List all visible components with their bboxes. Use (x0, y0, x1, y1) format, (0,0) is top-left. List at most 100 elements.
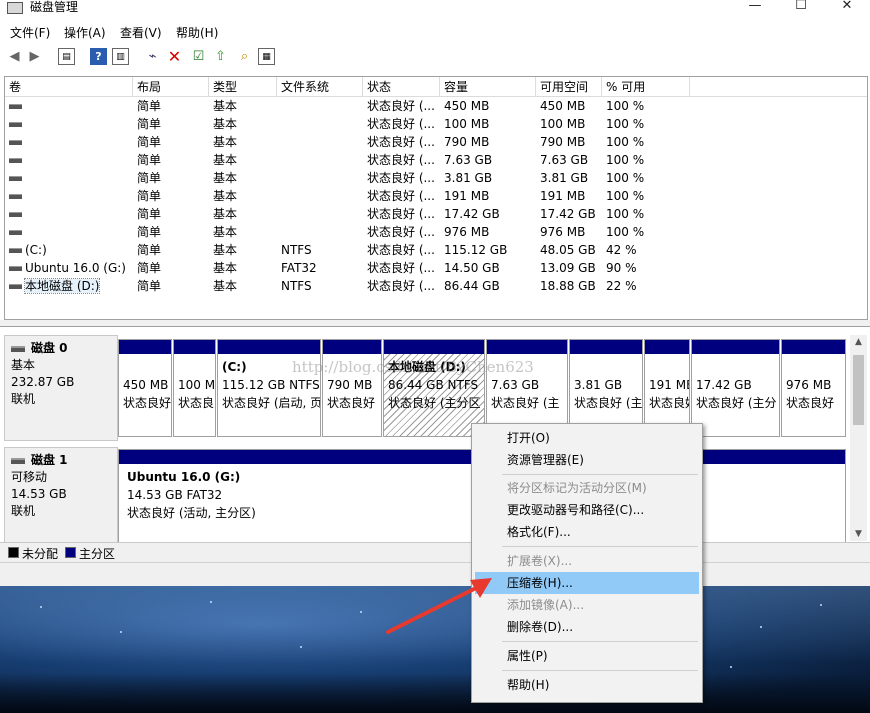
disk-type: 可移动 (11, 470, 48, 484)
menu-change-drive-letter[interactable]: 更改驱动器号和路径(C)... (475, 499, 699, 521)
menu-bar: 文件(F) 操作(A) 查看(V) 帮助(H) (0, 22, 870, 42)
cell-pct: 22 % (606, 279, 637, 293)
partition-block[interactable]: 100 MB 状态良 (173, 339, 216, 437)
cell-layout: 简单 (137, 135, 162, 149)
properties-icon[interactable]: ▦ (258, 48, 275, 65)
cell-type: 基本 (213, 189, 238, 203)
cell-layout: 简单 (137, 261, 162, 275)
column-header-type[interactable]: 类型 (209, 77, 277, 97)
volume-row[interactable]: 简单 基本 状态良好 (... 191 MB 191 MB 100 % (5, 187, 867, 205)
menu-view[interactable]: 查看(V) (120, 24, 162, 41)
menu-separator (502, 474, 698, 475)
volume-row[interactable]: 简单 基本 状态良好 (... 790 MB 790 MB 100 % (5, 133, 867, 151)
column-header-filesystem[interactable]: 文件系统 (277, 77, 363, 97)
partition-status: 状态良好 (主分 (696, 396, 777, 410)
menu-delete-volume[interactable]: 删除卷(D)... (475, 616, 699, 638)
partition-block[interactable]: 450 MB 状态良好 (118, 339, 172, 437)
menu-mark-active[interactable]: 将分区标记为活动分区(M) (475, 477, 699, 499)
cell-pct: 100 % (606, 135, 645, 149)
volume-row[interactable]: 简单 基本 状态良好 (... 17.42 GB 17.42 GB 100 % (5, 205, 867, 223)
minimize-button[interactable]: — (732, 0, 778, 16)
cell-type: 基本 (213, 135, 238, 149)
cell-pct: 100 % (606, 171, 645, 185)
forward-arrow-icon[interactable]: ▶ (26, 48, 43, 65)
volume-row[interactable]: Ubuntu 16.0 (G:) 简单 基本 FAT32 状态良好 (... 14.50 … (5, 259, 867, 277)
delete-icon[interactable]: ✕ (166, 48, 183, 65)
partition-status: 状态良好 (327, 396, 376, 410)
volume-row[interactable]: 简单 基本 状态良好 (... 976 MB 976 MB 100 % (5, 223, 867, 241)
volume-row[interactable]: 简单 基本 状态良好 (... 7.63 GB 7.63 GB 100 % (5, 151, 867, 169)
disk-1-label[interactable]: 磁盘 1 可移动 14.53 GB 联机 (4, 447, 118, 543)
column-header-percent-free[interactable]: % 可用 (602, 77, 690, 97)
cell-capacity: 86.44 GB (444, 279, 500, 293)
search-icon[interactable]: ⌕ (236, 48, 253, 65)
cell-layout: 简单 (137, 171, 162, 185)
cell-free: 3.81 GB (540, 171, 589, 185)
volume-row[interactable]: 简单 基本 状态良好 (... 100 MB 100 MB 100 % (5, 115, 867, 133)
volume-row[interactable]: 简单 基本 状态良好 (... 450 MB 450 MB 100 % (5, 97, 867, 115)
legend-primary: 主分区 (79, 547, 116, 561)
menu-properties[interactable]: 属性(P) (475, 645, 699, 667)
column-header-layout[interactable]: 布局 (133, 77, 209, 97)
cell-status: 状态良好 (... (367, 171, 435, 185)
menu-help-item[interactable]: 帮助(H) (475, 674, 699, 696)
partition-title (574, 358, 638, 376)
column-header-status[interactable]: 状态 (363, 77, 440, 97)
disk-icon (11, 457, 25, 464)
partition-bar (384, 340, 484, 354)
volume-row[interactable]: 简单 基本 状态良好 (... 3.81 GB 3.81 GB 100 % (5, 169, 867, 187)
partition-size: 7.63 GB (491, 378, 540, 392)
help-icon[interactable]: ? (90, 48, 107, 65)
partition-size: 115.12 GB NTFS (222, 378, 320, 392)
menu-add-mirror[interactable]: 添加镜像(A)... (475, 594, 699, 616)
cell-free: 450 MB (540, 99, 586, 113)
checklist-icon[interactable]: ☑ (190, 48, 207, 65)
column-header-capacity[interactable]: 容量 (440, 77, 536, 97)
column-header-volume[interactable]: 卷 (5, 77, 133, 97)
cell-pct: 100 % (606, 153, 645, 167)
disk-0-label[interactable]: 磁盘 0 基本 232.87 GB 联机 (4, 335, 118, 441)
scroll-thumb[interactable] (853, 355, 864, 425)
partition-status: 状态良好 (启动, 页 (222, 396, 320, 410)
cell-fs: NTFS (281, 243, 312, 257)
menu-action[interactable]: 操作(A) (64, 24, 106, 41)
menu-file[interactable]: 文件(F) (10, 24, 50, 41)
title-bar[interactable]: 磁盘管理 — ☐ ✕ (0, 0, 870, 18)
cell-status: 状态良好 (... (367, 279, 435, 293)
disk-state: 联机 (11, 392, 36, 406)
maximize-button[interactable]: ☐ (778, 0, 824, 16)
menu-explorer[interactable]: 资源管理器(E) (475, 449, 699, 471)
partition-block[interactable]: (C:) 115.12 GB NTFS 状态良好 (启动, 页 (217, 339, 321, 437)
scroll-down-icon[interactable]: ▼ (850, 527, 867, 541)
close-button[interactable]: ✕ (824, 0, 870, 16)
menu-shrink-volume[interactable]: 压缩卷(H)... (475, 572, 699, 594)
menu-separator (502, 641, 698, 642)
menu-help[interactable]: 帮助(H) (176, 24, 218, 41)
action-pane-icon[interactable]: ▥ (112, 48, 129, 65)
partition-block[interactable]: 17.42 GB 状态良好 (主分 (691, 339, 780, 437)
column-header-free-space[interactable]: 可用空间 (536, 77, 602, 97)
disk-management-window: 磁盘管理 — ☐ ✕ 文件(F) 操作(A) 查看(V) 帮助(H) ◀ ▶ ▤… (0, 0, 870, 586)
back-arrow-icon[interactable]: ◀ (6, 48, 23, 65)
console-tree-icon[interactable]: ▤ (58, 48, 75, 65)
volume-row[interactable]: (C:) 简单 基本 NTFS 状态良好 (... 115.12 GB 48.05 GB 42… (5, 241, 867, 259)
partition-block[interactable]: 790 MB 状态良好 (322, 339, 382, 437)
menu-open[interactable]: 打开(O) (475, 427, 699, 449)
scroll-up-icon[interactable]: ▲ (850, 335, 867, 349)
partition-block[interactable]: 本地磁盘 (D:) 86.44 GB NTFS 状态良好 (主分区 (383, 339, 485, 437)
star (40, 606, 42, 608)
partition-title (178, 358, 211, 376)
partition-status: 状态良好 (786, 396, 835, 410)
disk-size: 232.87 GB (11, 375, 75, 389)
cell-pct: 100 % (606, 117, 645, 131)
cell-capacity: 3.81 GB (444, 171, 493, 185)
menu-format[interactable]: 格式化(F)... (475, 521, 699, 543)
menu-extend-volume[interactable]: 扩展卷(X)... (475, 550, 699, 572)
upload-icon[interactable]: ⇧ (212, 48, 229, 65)
legend-unallocated: 未分配 (22, 547, 59, 561)
volume-row[interactable]: 本地磁盘 (D:) 简单 基本 NTFS 状态良好 (... 86.44 GB 18.88 … (5, 277, 867, 295)
partition-block[interactable]: 976 MB 状态良好 (781, 339, 846, 437)
disk-pane-scrollbar[interactable]: ▲ ▼ (850, 335, 867, 541)
connect-icon[interactable]: ⌁ (144, 48, 161, 65)
volume-name: 本地磁盘 (D:) (23, 278, 101, 294)
